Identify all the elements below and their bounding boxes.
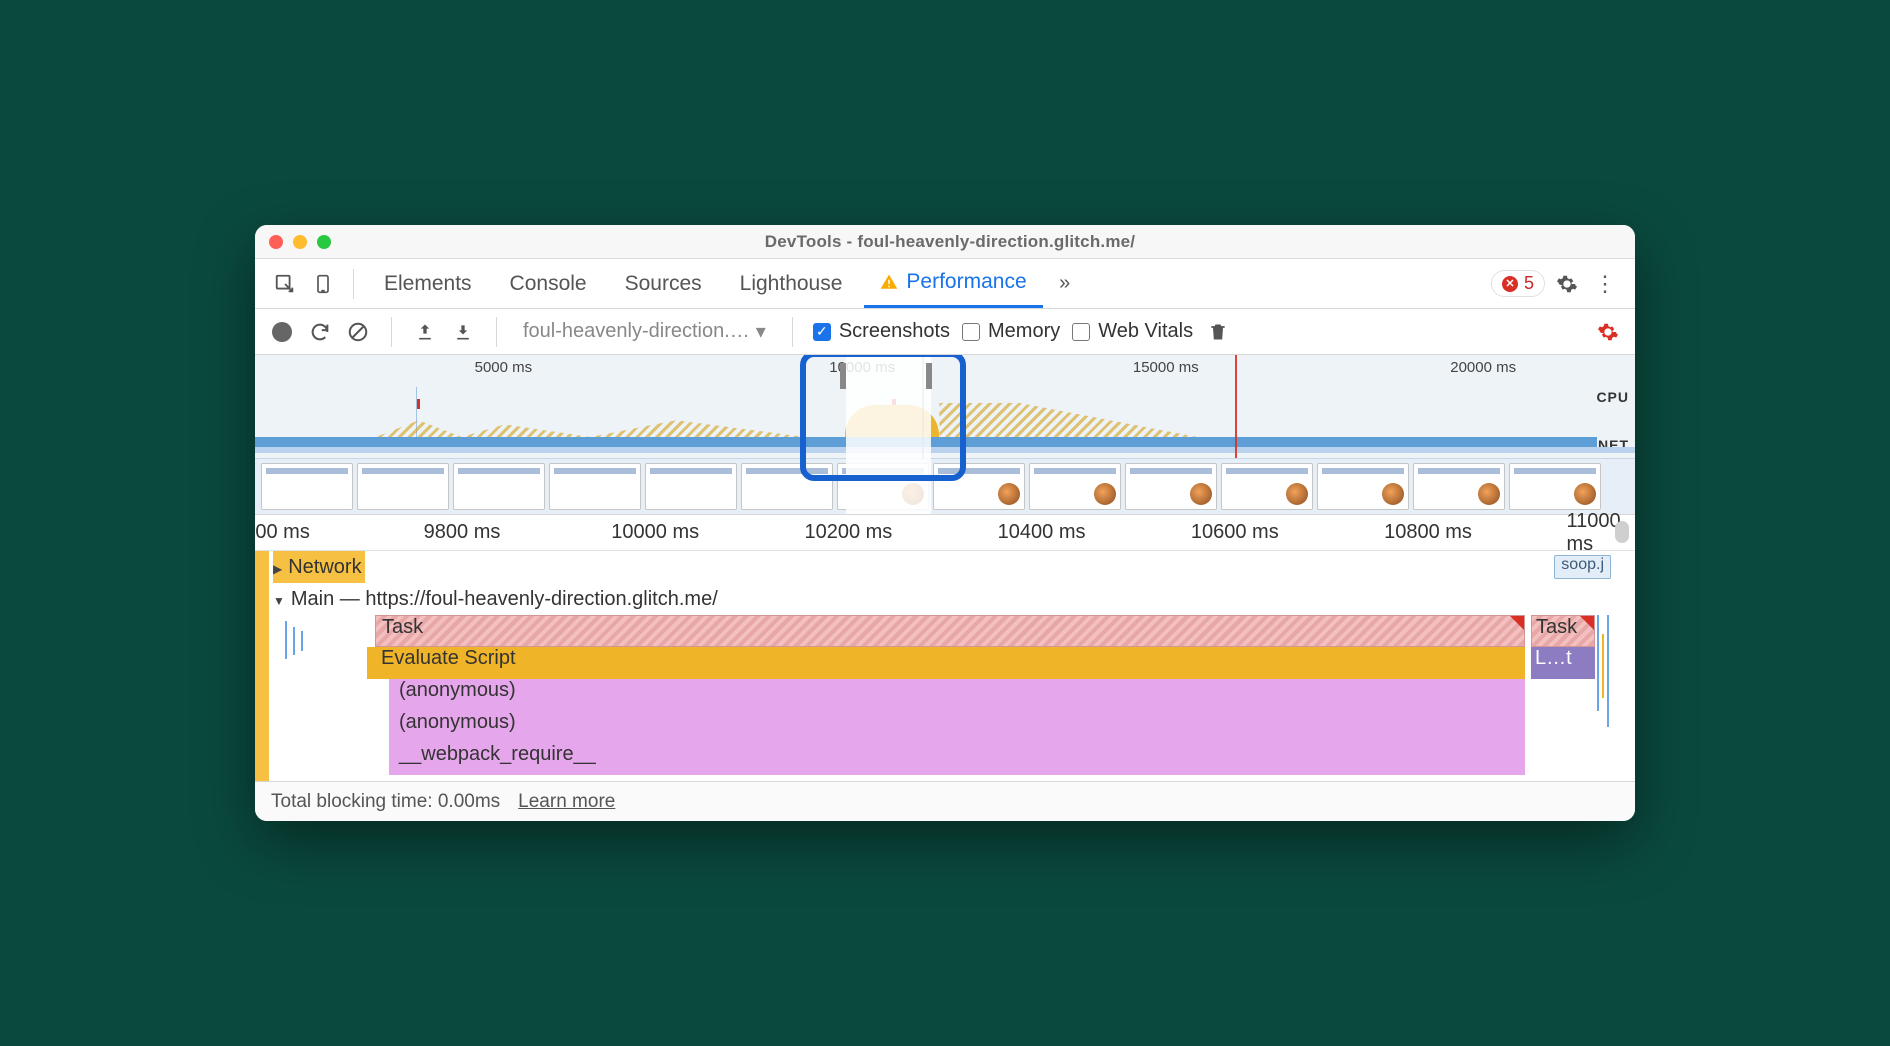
thumb[interactable] xyxy=(1509,463,1601,510)
flame-row-eval[interactable]: Evaluate Script L…t xyxy=(255,647,1635,679)
flame-row-webpack[interactable]: __webpack_require__ xyxy=(255,743,1635,775)
close-icon[interactable] xyxy=(269,235,283,249)
wp-label: __webpack_require__ xyxy=(389,743,596,765)
webvitals-checkbox[interactable]: Web Vitals xyxy=(1072,320,1193,343)
device-toolbar-icon[interactable] xyxy=(307,268,339,300)
learn-more-link[interactable]: Learn more xyxy=(518,791,615,813)
titlebar: DevTools - foul-heavenly-direction.glitc… xyxy=(255,225,1635,259)
inspect-icon[interactable] xyxy=(269,268,301,300)
download-icon[interactable] xyxy=(450,319,476,345)
window-title: DevTools - foul-heavenly-direction.glitc… xyxy=(331,232,1569,252)
main-label: Main — https://foul-heavenly-direction.g… xyxy=(273,588,718,611)
more-tabs-icon[interactable]: » xyxy=(1049,268,1081,300)
thumb[interactable] xyxy=(1317,463,1409,510)
error-count: 5 xyxy=(1524,273,1534,294)
ov-tick: 15000 ms xyxy=(1133,359,1199,376)
ov-tick: 20000 ms xyxy=(1450,359,1516,376)
thumb[interactable] xyxy=(261,463,353,510)
overview-timeline[interactable]: 5000 ms 10000 ms 15000 ms 20000 ms CPU N… xyxy=(255,355,1635,515)
minimize-icon[interactable] xyxy=(293,235,307,249)
error-count-pill[interactable]: ✕ 5 xyxy=(1491,270,1545,297)
task2-bar-label: Task xyxy=(1532,616,1577,638)
ruler-tick: 10800 ms xyxy=(1384,521,1472,544)
thumb[interactable] xyxy=(549,463,641,510)
tab-console[interactable]: Console xyxy=(494,259,603,308)
thumb[interactable] xyxy=(1221,463,1313,510)
delete-icon[interactable] xyxy=(1205,319,1231,345)
flame-row-anon1[interactable]: (anonymous) xyxy=(255,679,1635,711)
memory-checkbox[interactable]: Memory xyxy=(962,320,1060,343)
network-track-header[interactable]: Network soop.j xyxy=(255,551,1635,583)
tab-performance[interactable]: Performance xyxy=(864,259,1042,308)
anon2-label: (anonymous) xyxy=(389,711,516,733)
ruler-tick: 9800 ms xyxy=(424,521,501,544)
summary-footer: Total blocking time: 0.00ms Learn more xyxy=(255,781,1635,821)
devtools-window: DevTools - foul-heavenly-direction.glitc… xyxy=(255,225,1635,821)
separator xyxy=(353,269,354,299)
checkbox-checked-icon: ✓ xyxy=(813,323,831,341)
annotation-box xyxy=(800,355,966,481)
chevron-down-icon: ▾ xyxy=(756,319,766,344)
eval-bar-label: Evaluate Script xyxy=(375,647,516,669)
scrollbar-thumb[interactable] xyxy=(1615,521,1629,543)
network-label: Network xyxy=(273,556,362,579)
checkbox-icon xyxy=(1072,323,1090,341)
ruler-tick: 10600 ms xyxy=(1191,521,1279,544)
thumb[interactable] xyxy=(1413,463,1505,510)
detail-ruler[interactable]: 00 ms 9800 ms 10000 ms 10200 ms 10400 ms… xyxy=(255,515,1635,551)
ruler-tick: 10000 ms xyxy=(611,521,699,544)
thumb[interactable] xyxy=(645,463,737,510)
tab-performance-label: Performance xyxy=(906,270,1026,294)
tab-elements[interactable]: Elements xyxy=(368,259,488,308)
clear-button[interactable] xyxy=(345,319,371,345)
checkbox-icon xyxy=(962,323,980,341)
ruler-tick: 00 ms xyxy=(255,521,309,544)
panel-tabs: Elements Console Sources Lighthouse Perf… xyxy=(255,259,1635,309)
thumb[interactable] xyxy=(1029,463,1121,510)
anon1-label: (anonymous) xyxy=(389,679,516,701)
settings-icon[interactable] xyxy=(1551,268,1583,300)
main-track-header[interactable]: Main — https://foul-heavenly-direction.g… xyxy=(255,583,1635,615)
network-chip[interactable]: soop.j xyxy=(1554,555,1611,579)
lt-bar-label: L…t xyxy=(1531,647,1572,669)
ruler-tick: 10400 ms xyxy=(998,521,1086,544)
maximize-icon[interactable] xyxy=(317,235,331,249)
screenshots-checkbox[interactable]: ✓ Screenshots xyxy=(813,320,950,343)
window-controls xyxy=(269,235,331,249)
thumb[interactable] xyxy=(357,463,449,510)
upload-icon[interactable] xyxy=(412,319,438,345)
performance-toolbar: foul-heavenly-direction.… ▾ ✓ Screenshot… xyxy=(255,309,1635,355)
task-bar-label: Task xyxy=(376,616,423,638)
thumb[interactable] xyxy=(1125,463,1217,510)
flame-row-task[interactable]: Task Task xyxy=(255,615,1635,647)
tab-sources[interactable]: Sources xyxy=(609,259,718,308)
capture-settings-icon[interactable] xyxy=(1595,319,1621,345)
profile-select-label: foul-heavenly-direction.… xyxy=(523,320,750,343)
blocking-time-label: Total blocking time: 0.00ms xyxy=(271,791,500,813)
flame-row-anon2[interactable]: (anonymous) xyxy=(255,711,1635,743)
cpu-label: CPU xyxy=(1596,389,1629,405)
ov-tick: 5000 ms xyxy=(475,359,533,376)
error-icon: ✕ xyxy=(1502,276,1518,292)
reload-button[interactable] xyxy=(307,319,333,345)
ruler-tick: 10200 ms xyxy=(804,521,892,544)
ruler-tick: 11000 ms xyxy=(1567,510,1621,556)
profile-select[interactable]: foul-heavenly-direction.… ▾ xyxy=(517,319,772,344)
thumb[interactable] xyxy=(453,463,545,510)
tab-lighthouse[interactable]: Lighthouse xyxy=(724,259,859,308)
flame-chart[interactable]: Network soop.j Main — https://foul-heave… xyxy=(255,551,1635,781)
kebab-menu-icon[interactable]: ⋮ xyxy=(1589,268,1621,300)
record-button[interactable] xyxy=(269,319,295,345)
